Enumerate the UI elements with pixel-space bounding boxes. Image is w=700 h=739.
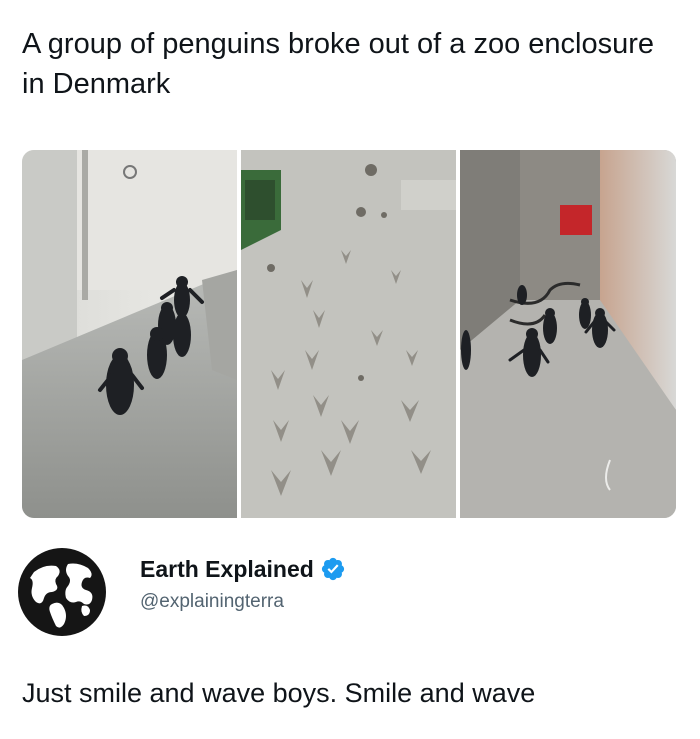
footprints-image (241, 150, 456, 518)
author-handle[interactable]: @explainingterra (140, 588, 346, 616)
author-block[interactable]: Earth Explained @explainingterra (12, 540, 682, 644)
globe-icon (12, 542, 112, 642)
media-image-penguins-hallway[interactable] (460, 150, 676, 518)
meme-post: A group of penguins broke out of a zoo e… (0, 0, 700, 739)
post-headline: A group of penguins broke out of a zoo e… (22, 28, 654, 100)
author-text: Earth Explained @explainingterra (140, 554, 346, 616)
penguins-corridor-image (22, 150, 237, 518)
verified-badge-icon (320, 556, 346, 582)
tweet-text: Just smile and wave boys. Smile and wave (22, 678, 536, 708)
media-image-penguins-corridor[interactable] (22, 150, 237, 518)
media-strip[interactable] (22, 150, 676, 518)
media-image-footprints[interactable] (241, 150, 456, 518)
author-display-name[interactable]: Earth Explained (140, 554, 314, 584)
penguins-hallway-image (460, 150, 676, 518)
name-row: Earth Explained (140, 554, 346, 584)
avatar[interactable] (12, 542, 112, 642)
